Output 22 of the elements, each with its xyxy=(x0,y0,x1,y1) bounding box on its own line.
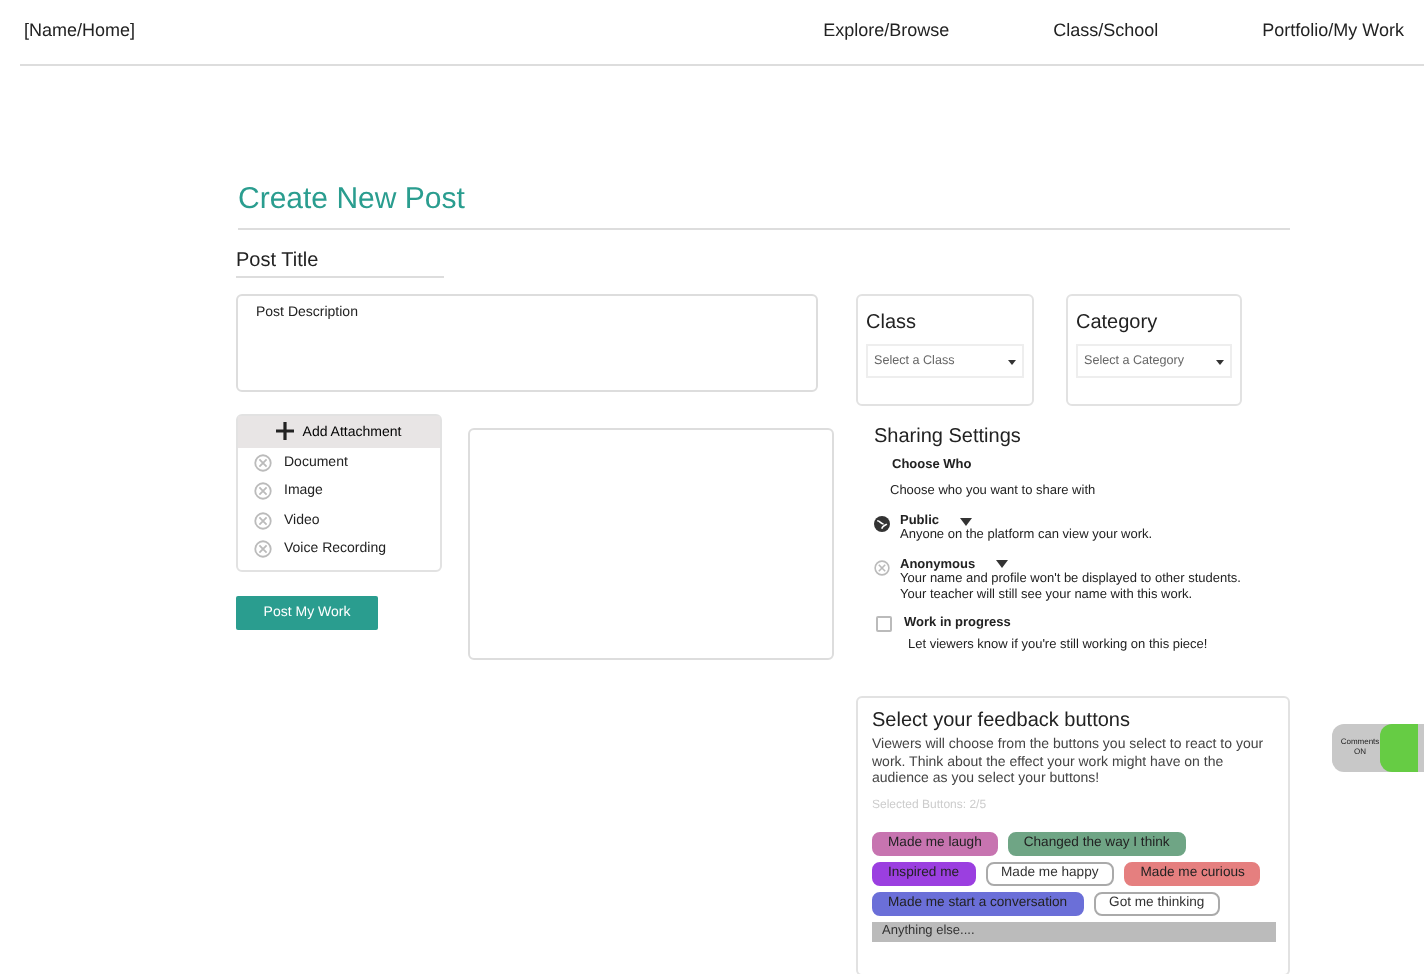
globe-icon xyxy=(874,516,890,532)
class-label: Class xyxy=(866,312,919,334)
circle-x-icon xyxy=(874,559,890,576)
caret-icon xyxy=(1216,357,1224,365)
checkbox[interactable] xyxy=(876,616,892,633)
circle-x-icon xyxy=(254,453,272,472)
circle-x-icon xyxy=(254,482,272,501)
page-title: Create New Post xyxy=(238,182,1290,230)
circle-x-icon xyxy=(254,540,272,559)
caret-icon[interactable] xyxy=(995,560,1008,569)
nav-link[interactable]: Class/School xyxy=(1053,20,1159,40)
sharing-title: Sharing Settings xyxy=(874,426,1023,448)
nav-link[interactable]: Portfolio/My Work xyxy=(1262,20,1404,40)
caret-icon[interactable] xyxy=(959,517,972,525)
post-title-field[interactable]: Post Title xyxy=(236,246,444,278)
nav-link[interactable]: Explore/Browse xyxy=(823,20,950,40)
circle-x-icon xyxy=(254,511,272,530)
feedback-title: Select your feedback buttons xyxy=(872,710,1132,733)
home-link[interactable]: [Name/Home] xyxy=(24,20,136,40)
caret-icon xyxy=(1008,357,1016,365)
category-label: Category xyxy=(1076,312,1160,334)
plus-icon xyxy=(276,421,295,443)
